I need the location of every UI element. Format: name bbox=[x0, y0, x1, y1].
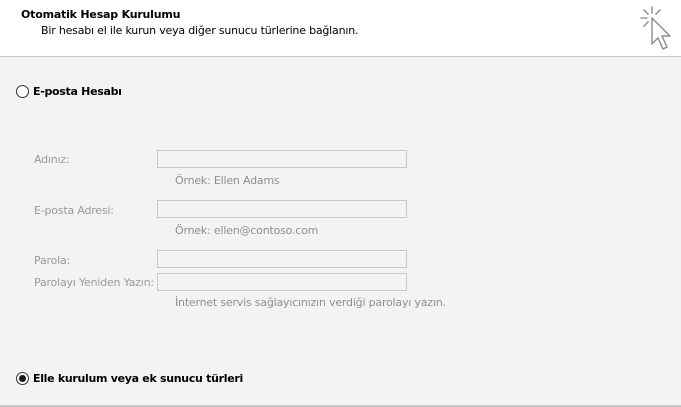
header-title: Otomatik Hesap Kurulumu bbox=[21, 8, 181, 21]
manual-setup-label[interactable]: Elle kurulum veya ek sunucu türleri bbox=[33, 372, 243, 385]
header-subtitle: Bir hesabı el ile kurun veya diğer sunuc… bbox=[41, 24, 359, 37]
email-label: E-posta Adresi: bbox=[34, 204, 114, 217]
password-hint: İnternet servis sağlayıcınızın verdiği p… bbox=[175, 296, 446, 309]
email-input[interactable] bbox=[157, 200, 407, 218]
name-hint: Örnek: Ellen Adams bbox=[175, 174, 280, 187]
email-hint: Örnek: ellen@contoso.com bbox=[175, 224, 319, 237]
password-label: Parola: bbox=[34, 254, 70, 267]
email-account-option[interactable]: E-posta Hesabı bbox=[16, 85, 122, 98]
manual-setup-option[interactable]: Elle kurulum veya ek sunucu türleri bbox=[16, 372, 243, 385]
email-account-label[interactable]: E-posta Hesabı bbox=[33, 85, 122, 98]
manual-setup-radio[interactable] bbox=[16, 372, 29, 385]
name-label: Adınız: bbox=[34, 153, 70, 166]
wizard-cursor-icon bbox=[640, 6, 671, 50]
wizard-header: Otomatik Hesap Kurulumu Bir hesabı el il… bbox=[0, 0, 681, 57]
name-input[interactable] bbox=[157, 150, 407, 168]
password-confirm-label: Parolayı Yeniden Yazın: bbox=[34, 276, 154, 289]
email-account-radio[interactable] bbox=[16, 85, 29, 98]
password-confirm-input[interactable] bbox=[157, 273, 407, 291]
password-input[interactable] bbox=[157, 250, 407, 268]
